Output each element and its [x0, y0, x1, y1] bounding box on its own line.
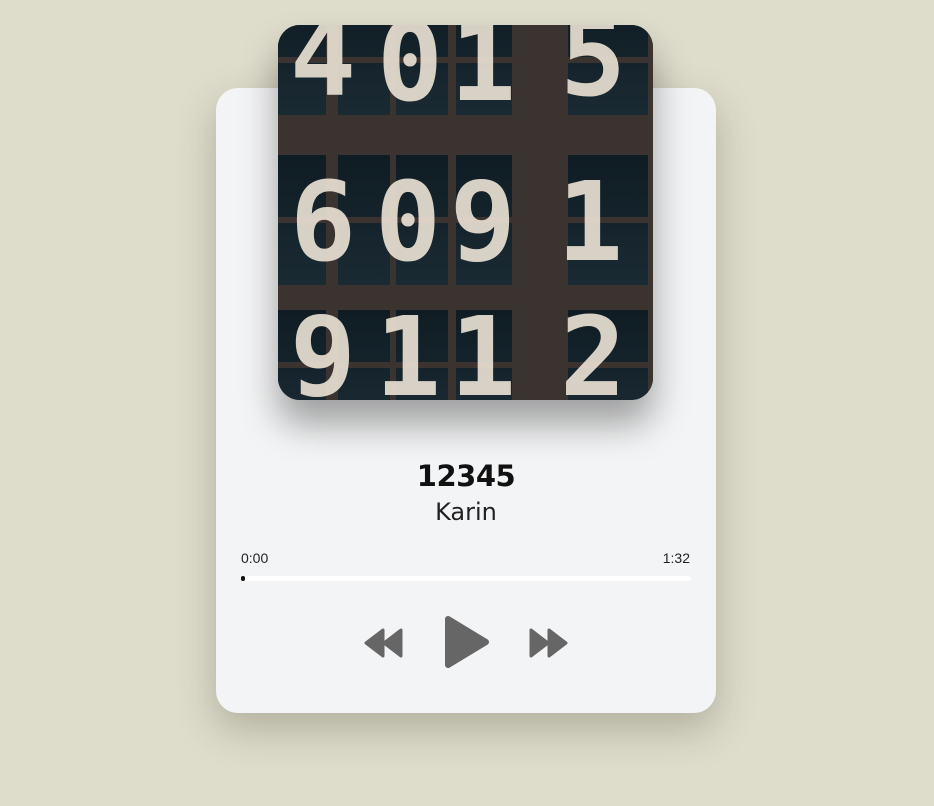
cover-digit: 4 [290, 25, 356, 121]
album-cover: 401560919112 [278, 25, 653, 400]
total-time: 1:32 [662, 550, 690, 566]
cover-digit: 5 [560, 25, 626, 121]
cover-digit: 0 [377, 25, 443, 126]
cover-digit: 1 [375, 293, 441, 400]
progress-bar[interactable] [241, 576, 691, 581]
rewind-button[interactable] [363, 627, 405, 659]
cover-digit: 9 [290, 293, 356, 400]
album-cover-art: 4 0 1 56 0 9 19 1 1 2 [278, 25, 653, 400]
cover-digit: 1 [450, 25, 516, 126]
artist-name: Karin [435, 498, 497, 526]
cover-digit: 1 [450, 293, 516, 400]
current-time: 0:00 [241, 550, 269, 566]
cover-digit: 0 [375, 158, 441, 286]
play-button[interactable] [442, 614, 490, 670]
rewind-icon [364, 628, 403, 658]
play-icon [445, 616, 489, 668]
cover-digit: 6 [290, 158, 356, 286]
fast-forward-icon [529, 628, 568, 658]
cover-digit: 1 [557, 158, 623, 286]
cover-digit: 9 [450, 158, 516, 286]
cover-digit: 2 [560, 293, 626, 400]
fast-forward-button[interactable] [527, 627, 569, 659]
music-player: 401560919112 12345 Karin 0:00 1:32 [0, 0, 934, 806]
song-title: 12345 [416, 459, 516, 493]
progress-fill [241, 576, 245, 581]
